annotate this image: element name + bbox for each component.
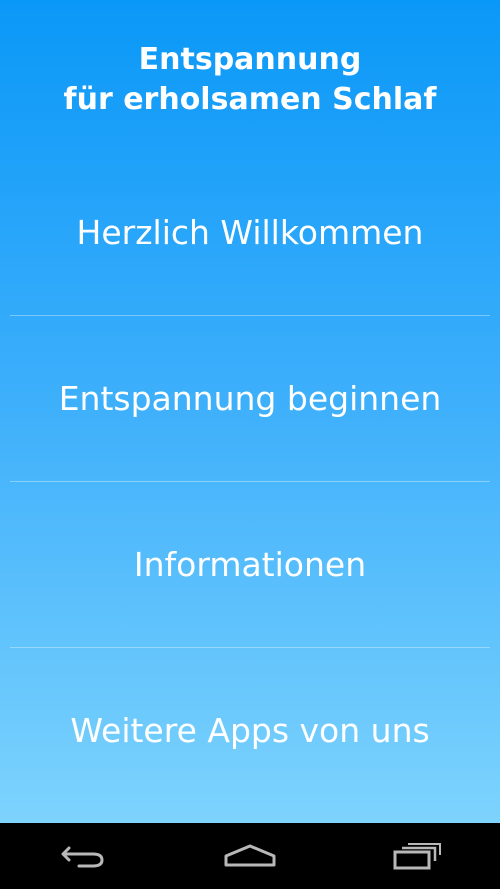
page-title: Entspannung für erholsamen Schlaf <box>0 40 500 120</box>
title-line-2: für erholsamen Schlaf <box>63 82 437 117</box>
home-icon <box>224 844 276 867</box>
title-line-1: Entspannung <box>138 42 362 77</box>
recent-apps-icon <box>393 843 441 870</box>
system-navigation-bar <box>0 823 500 889</box>
menu-item-information[interactable]: Informationen <box>0 482 500 647</box>
back-button[interactable] <box>38 826 128 886</box>
home-button[interactable] <box>205 826 295 886</box>
recent-apps-button[interactable] <box>372 826 462 886</box>
app-main: Entspannung für erholsamen Schlaf Herzli… <box>0 0 500 823</box>
menu-item-start-relaxation[interactable]: Entspannung beginnen <box>0 316 500 481</box>
screen: Entspannung für erholsamen Schlaf Herzli… <box>0 0 500 889</box>
menu-item-more-apps[interactable]: Weitere Apps von uns <box>0 648 500 813</box>
menu-item-welcome[interactable]: Herzlich Willkommen <box>0 150 500 315</box>
main-menu: Herzlich Willkommen Entspannung beginnen… <box>0 150 500 813</box>
back-icon <box>61 846 104 868</box>
